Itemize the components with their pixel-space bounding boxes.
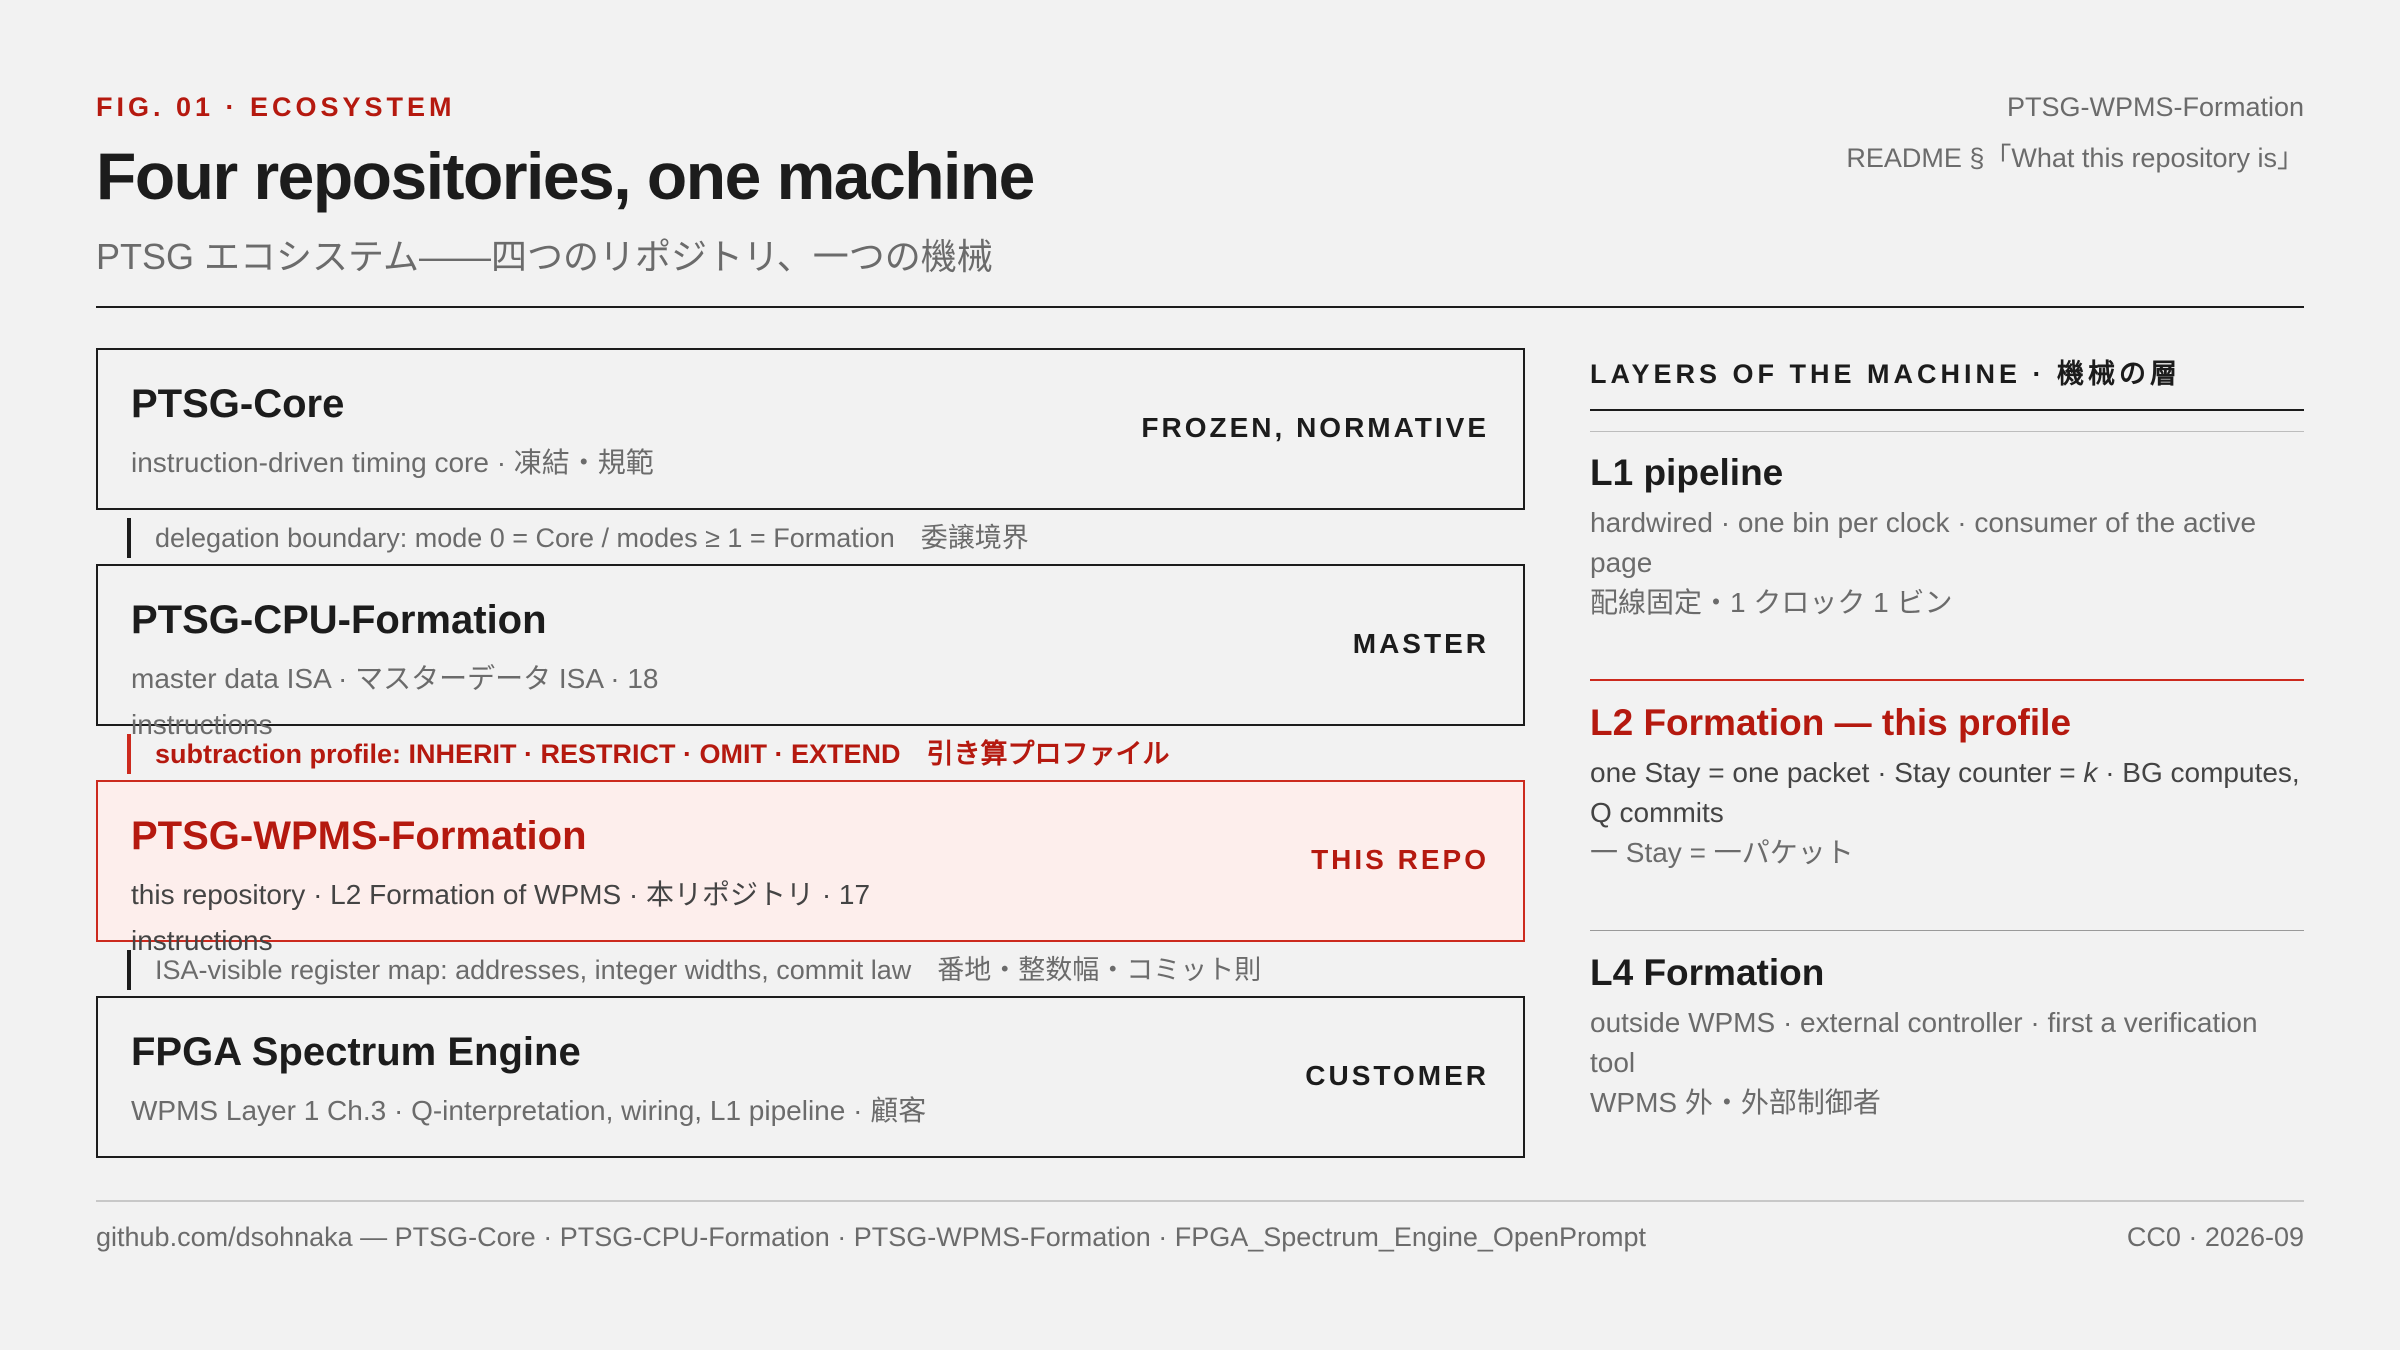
repo-name: PTSG-Core [131,382,345,426]
repo-role-tag: CUSTOMER [1305,1060,1489,1091]
repo-box-ptsg-wpms-formation: PTSG-WPMS-Formation this repository · L2… [96,780,1525,956]
repo-name: PTSG-CPU-Formation [131,598,547,642]
layer-divider [1590,930,2304,931]
layer-desc-jp: 一 Stay = 一パケット [1590,837,1854,868]
layers-heading: LAYERS OF THE MACHINE · 機械の層 [1590,359,2182,389]
page-subtitle: PTSG エコシステム——四つのリポジトリ、一つの機械 [96,236,993,277]
layer-title-l4: L4 Formation [1590,952,1825,993]
footer-license-date: CC0 · 2026-09 [2126,1222,2304,1252]
connector-text-jp: 委譲境界 [920,523,1029,553]
meta-readme-ref: README §「What this repository is」 [1846,143,2304,173]
footer-divider [96,1200,2304,1202]
page-title: Four repositories, one machine [96,139,1035,213]
repo-box-fpga-spectrum-engine: FPGA Spectrum Engine WPMS Layer 1 Ch.3 ·… [96,996,1525,1158]
layer-divider-accent [1590,679,2304,681]
repo-box-ptsg-core: PTSG-Core instruction-driven timing core… [96,348,1525,510]
connector-text: ISA-visible register map: addresses, int… [155,955,912,985]
connector-subtraction-profile: subtraction profile: INHERIT · RESTRICT … [127,734,1170,774]
connector-delegation-boundary: delegation boundary: mode 0 = Core / mod… [127,518,1029,558]
layer-title-l2: L2 Formation — this profile [1590,702,2072,743]
layer-desc-l4: outside WPMS · external controller · fir… [1590,1003,2304,1123]
connector-text: subtraction profile: INHERIT · RESTRICT … [155,739,901,769]
stay-counter-variable: k [2083,757,2098,788]
figure-label: FIG. 01 · ECOSYSTEM [96,92,456,122]
meta-repo-name: PTSG-WPMS-Formation [2006,92,2304,122]
header-divider [96,306,2304,308]
layers-heading-rule [1590,409,2304,411]
layer-desc-jp: WPMS 外・外部制御者 [1590,1087,1881,1118]
repo-description: instruction-driven timing core · 凍結・規範 [131,447,654,478]
repo-role-tag: THIS REPO [1311,844,1489,875]
layer-desc-l1: hardwired · one bin per clock · consumer… [1590,503,2304,623]
layer-desc-jp: 配線固定・1 クロック 1 ビン [1590,587,1953,618]
repo-name: PTSG-WPMS-Formation [131,814,587,858]
footer-repo-links: github.com/dsohnaka — PTSG-Core · PTSG-C… [96,1222,1646,1252]
layer-desc-l2: one Stay = one packet · Stay counter = k… [1590,753,2304,873]
layer-desc-en: hardwired · one bin per clock · consumer… [1590,507,2257,578]
layer-desc-en: one Stay = one packet · Stay counter = k… [1590,753,2304,833]
repo-name: FPGA Spectrum Engine [131,1030,581,1074]
layer-divider [1590,431,2304,432]
repo-role-tag: FROZEN, NORMATIVE [1141,412,1489,443]
connector-text-jp: 番地・整数幅・コミット則 [937,955,1262,985]
connector-text-jp: 引き算プロファイル [926,739,1170,769]
layer-title-l1: L1 pipeline [1590,452,1784,493]
repo-role-tag: MASTER [1352,628,1489,659]
connector-text: delegation boundary: mode 0 = Core / mod… [155,523,895,553]
repo-box-ptsg-cpu-formation: PTSG-CPU-Formation master data ISA · マスタ… [96,564,1525,740]
layer-desc-part: one Stay = one packet · Stay counter = [1590,757,2084,788]
repo-description: WPMS Layer 1 Ch.3 · Q-interpretation, wi… [131,1095,927,1126]
layer-desc-en: outside WPMS · external controller · fir… [1590,1007,2258,1078]
connector-register-map: ISA-visible register map: addresses, int… [127,950,1261,990]
